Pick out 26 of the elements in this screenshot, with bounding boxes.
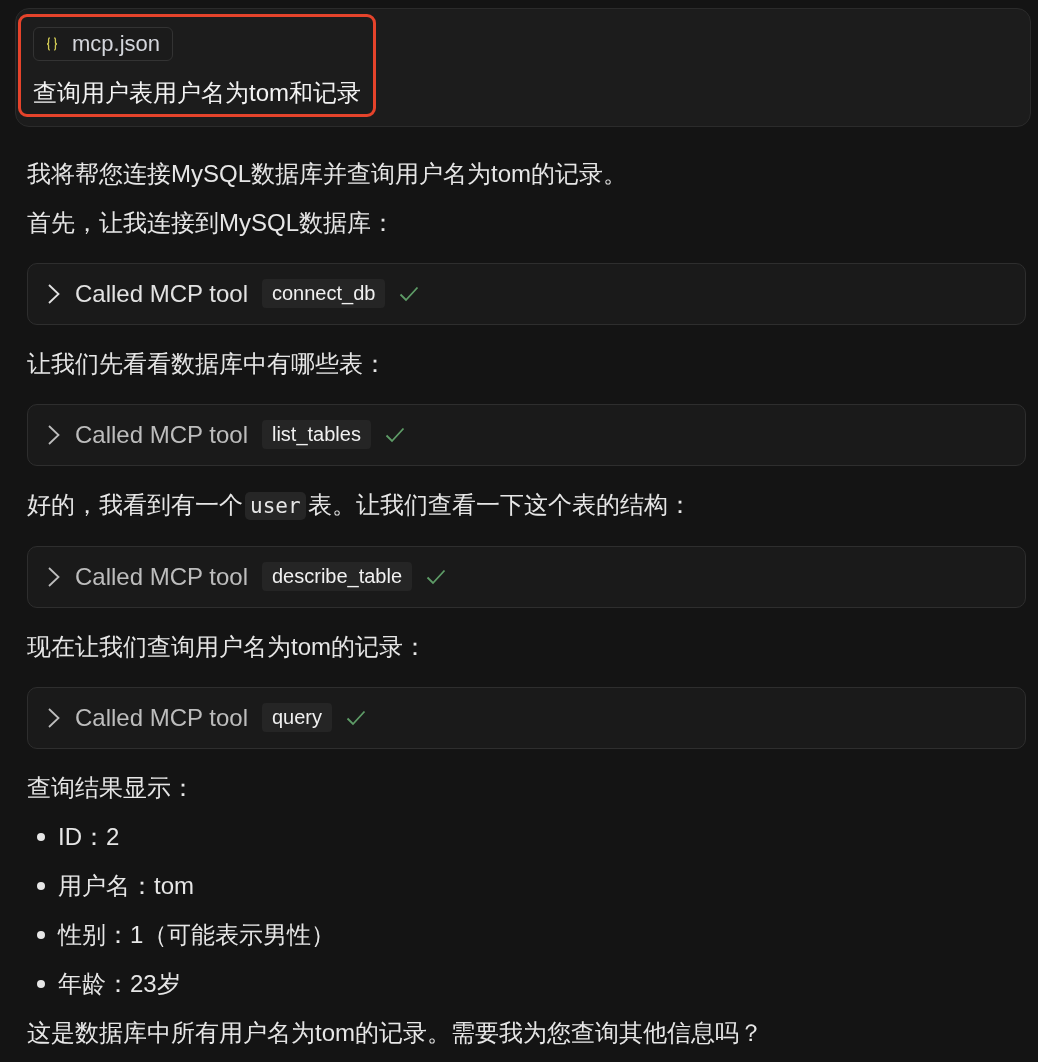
- tool-name-chip: describe_table: [261, 562, 413, 591]
- list-item-text: 性别：1（可能表示男性）: [58, 920, 336, 950]
- response-paragraph: 好的，我看到有一个 user 表。让我们查看一下这个表的结构：: [27, 490, 693, 521]
- tool-name-chip: query: [261, 703, 332, 732]
- braces-icon: [46, 37, 58, 51]
- tool-call-toggle[interactable]: Called MCP tool describe_table: [27, 545, 1026, 608]
- response-paragraph: 首先，让我连接到MySQL数据库：: [27, 208, 396, 238]
- tool-call-toggle[interactable]: Called MCP tool connect_db: [27, 262, 1026, 325]
- bullet-icon: [37, 931, 45, 939]
- bullet-icon: [37, 833, 45, 841]
- tool-name-chip: connect_db: [261, 279, 386, 308]
- response-paragraph: 查询结果显示：: [27, 773, 196, 803]
- file-attachment-chip[interactable]: mcp.json: [33, 27, 174, 61]
- list-item-text: 年龄：23岁: [58, 969, 181, 999]
- bullet-icon: [37, 882, 45, 890]
- response-paragraph: 让我们先看看数据库中有哪些表：: [27, 349, 388, 379]
- list-item-text: ID：2: [58, 822, 120, 852]
- tool-call-toggle[interactable]: Called MCP tool list_tables: [27, 403, 1026, 466]
- user-query-text: 查询用户表用户名为tom和记录: [33, 78, 361, 108]
- tool-call-toggle[interactable]: Called MCP tool query: [27, 686, 1026, 749]
- tool-name-chip: list_tables: [261, 420, 371, 449]
- bullet-icon: [37, 980, 45, 988]
- response-paragraph: 这是数据库中所有用户名为tom的记录。需要我为您查询其他信息吗？: [27, 1018, 764, 1048]
- list-item-text: 用户名：tom: [58, 871, 194, 901]
- response-paragraph: 现在让我们查询用户名为tom的记录：: [27, 632, 428, 662]
- response-paragraph: 我将帮您连接MySQL数据库并查询用户名为tom的记录。: [27, 159, 629, 189]
